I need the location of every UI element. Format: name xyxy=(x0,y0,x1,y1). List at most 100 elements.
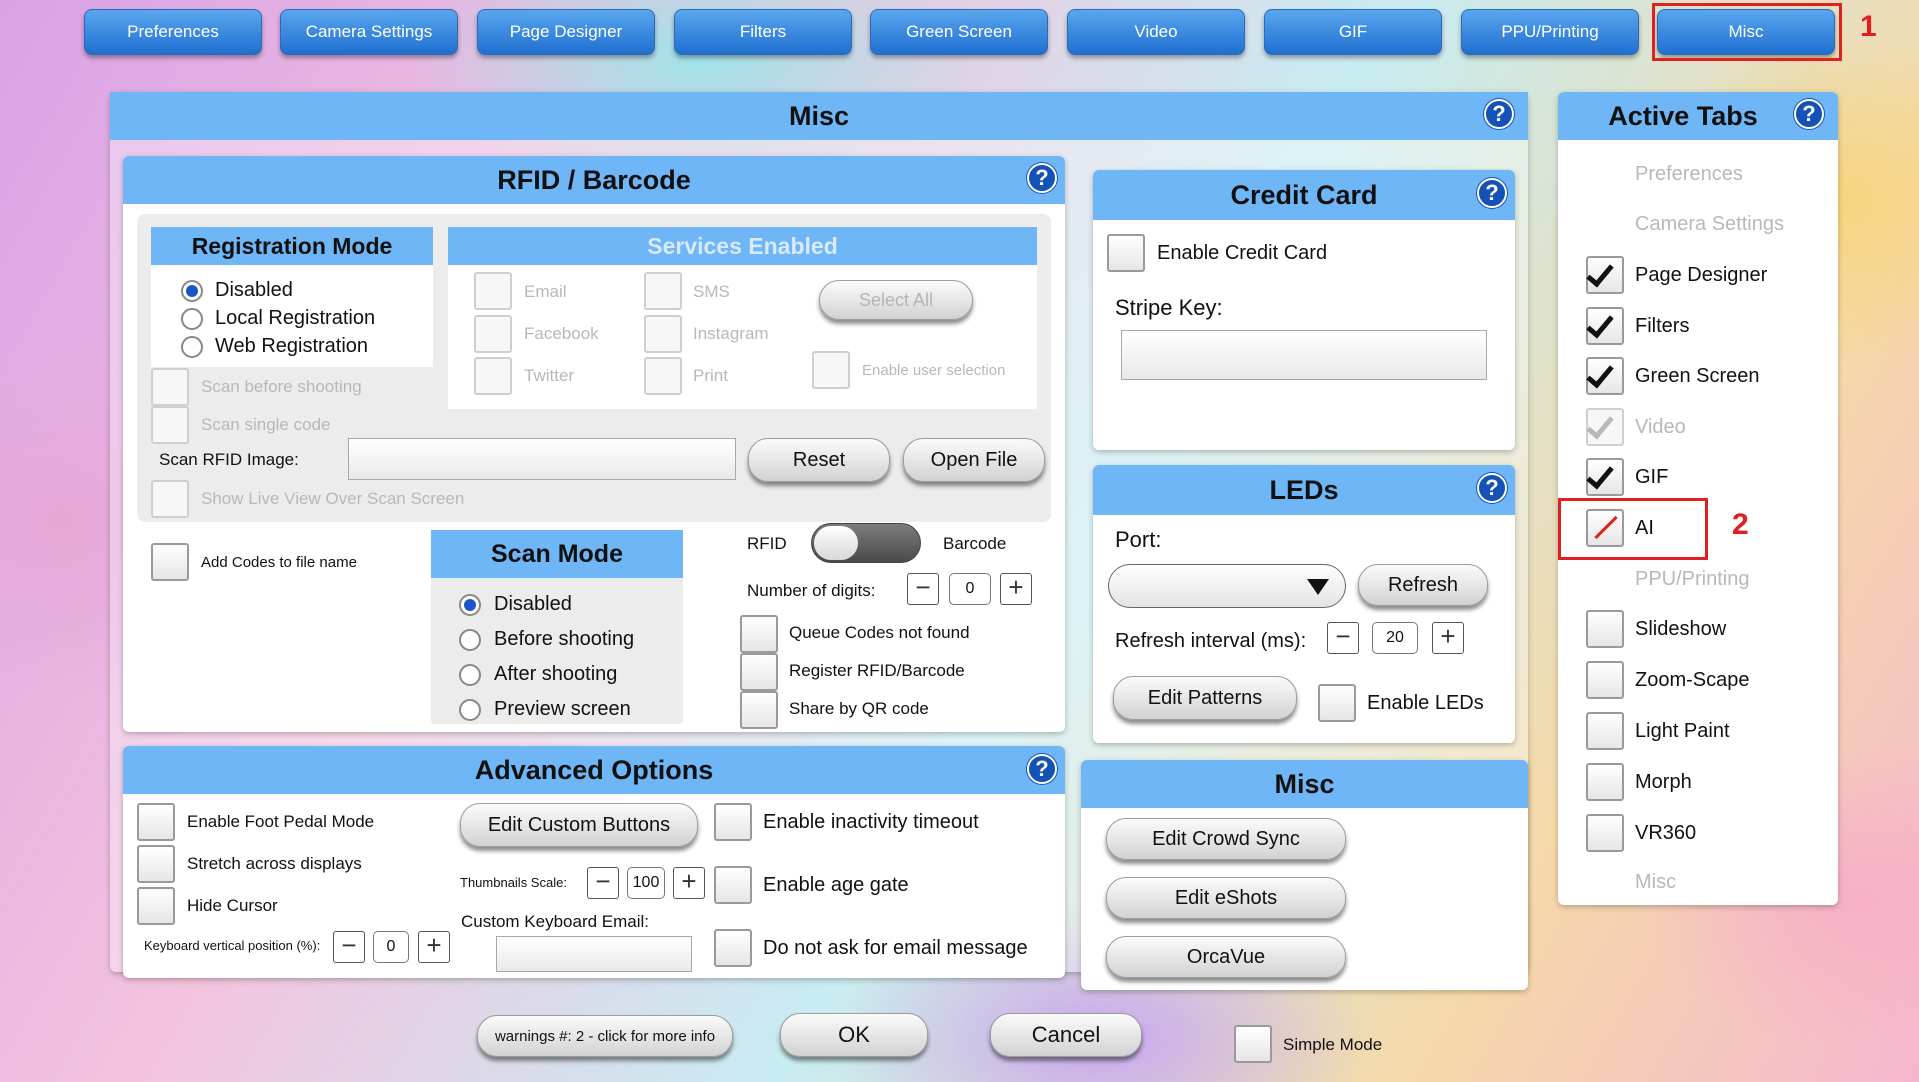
tab-green-screen[interactable]: Green Screen xyxy=(870,9,1048,55)
tab-video[interactable]: Video xyxy=(1067,9,1245,55)
service-twitter-checkbox[interactable] xyxy=(474,357,512,395)
inactivity-timeout-checkbox[interactable] xyxy=(714,803,752,841)
rfid-help-icon[interactable]: ? xyxy=(1027,163,1057,193)
active-vr360-checkbox[interactable] xyxy=(1586,814,1624,852)
stretch-displays-checkbox[interactable] xyxy=(137,845,175,883)
interval-value[interactable]: 20 xyxy=(1372,622,1418,654)
radio-local-registration[interactable] xyxy=(181,308,203,330)
main-help-icon[interactable]: ? xyxy=(1484,99,1514,129)
checkbox-label: Video xyxy=(1635,416,1686,438)
foot-pedal-checkbox[interactable] xyxy=(137,803,175,841)
enable-leds-checkbox[interactable] xyxy=(1318,684,1356,722)
register-rfid-checkbox[interactable] xyxy=(740,653,778,691)
hide-cursor-checkbox[interactable] xyxy=(137,887,175,925)
kb-position-value[interactable]: 0 xyxy=(373,931,409,963)
active-page-designer-checkbox[interactable] xyxy=(1586,256,1624,294)
enable-user-selection-checkbox[interactable] xyxy=(812,351,850,389)
refresh-button[interactable]: Refresh xyxy=(1358,564,1488,606)
refresh-interval-label: Refresh interval (ms): xyxy=(1115,630,1307,652)
cancel-button[interactable]: Cancel xyxy=(990,1013,1142,1057)
share-qr-checkbox[interactable] xyxy=(740,691,778,729)
edit-custom-buttons-button[interactable]: Edit Custom Buttons xyxy=(460,803,698,847)
radio-registration-disabled[interactable] xyxy=(181,280,203,302)
credit-help-icon[interactable]: ? xyxy=(1477,178,1507,208)
thumb-scale-increment-button[interactable]: + xyxy=(673,867,705,899)
services-title: Services Enabled xyxy=(448,227,1037,265)
queue-codes-checkbox[interactable] xyxy=(740,615,778,653)
scan-before-shooting-checkbox[interactable] xyxy=(151,368,189,406)
service-email-checkbox[interactable] xyxy=(474,272,512,310)
radio-label: Local Registration xyxy=(215,307,376,329)
age-gate-checkbox[interactable] xyxy=(714,866,752,904)
rfid-title: RFID / Barcode xyxy=(123,156,1065,204)
active-zoom-scape-checkbox[interactable] xyxy=(1586,661,1624,699)
tab-ppu-printing[interactable]: PPU/Printing xyxy=(1461,9,1639,55)
leds-help-icon[interactable]: ? xyxy=(1477,473,1507,503)
service-instagram-checkbox[interactable] xyxy=(644,315,682,353)
edit-patterns-button[interactable]: Edit Patterns xyxy=(1113,676,1297,720)
checkbox-label: GIF xyxy=(1635,466,1669,488)
radio-after-shooting[interactable] xyxy=(459,664,481,686)
edit-crowd-sync-button[interactable]: Edit Crowd Sync xyxy=(1106,818,1346,860)
advanced-help-icon[interactable]: ? xyxy=(1027,754,1057,784)
scan-rfid-image-field[interactable] xyxy=(348,438,736,480)
ok-button[interactable]: OK xyxy=(780,1013,928,1057)
checkbox-label: Slideshow xyxy=(1635,618,1727,640)
digits-value[interactable]: 0 xyxy=(949,573,991,605)
orcavue-button[interactable]: OrcaVue xyxy=(1106,936,1346,978)
kb-position-decrement-button[interactable]: − xyxy=(333,931,365,963)
active-video-checkbox[interactable] xyxy=(1586,408,1624,446)
checkbox-label: Register RFID/Barcode xyxy=(789,661,965,680)
interval-increment-button[interactable]: + xyxy=(1432,622,1464,654)
reset-button[interactable]: Reset xyxy=(748,438,890,482)
active-gif-checkbox[interactable] xyxy=(1586,458,1624,496)
radio-preview-screen[interactable] xyxy=(459,699,481,721)
active-light-paint-checkbox[interactable] xyxy=(1586,712,1624,750)
main-title: Misc xyxy=(110,92,1528,140)
interval-decrement-button[interactable]: − xyxy=(1327,622,1359,654)
warnings-button[interactable]: warnings #: 2 - click for more info xyxy=(477,1015,733,1057)
radio-before-shooting[interactable] xyxy=(459,629,481,651)
kb-position-increment-button[interactable]: + xyxy=(418,931,450,963)
checkmark-icon xyxy=(1586,258,1614,288)
checkmark-icon xyxy=(1586,410,1614,440)
open-file-button[interactable]: Open File xyxy=(903,438,1045,482)
scan-single-code-checkbox[interactable] xyxy=(151,406,189,444)
service-facebook-checkbox[interactable] xyxy=(474,315,512,353)
service-print-checkbox[interactable] xyxy=(644,357,682,395)
active-tabs-help-icon[interactable]: ? xyxy=(1794,99,1824,129)
checkbox-label: Scan single code xyxy=(201,415,331,434)
tab-page-designer[interactable]: Page Designer xyxy=(477,9,655,55)
select-all-button[interactable]: Select All xyxy=(819,280,973,320)
checkbox-label: Enable inactivity timeout xyxy=(763,811,979,833)
no-email-message-checkbox[interactable] xyxy=(714,929,752,967)
chevron-down-icon xyxy=(1307,579,1329,595)
active-morph-checkbox[interactable] xyxy=(1586,763,1624,801)
custom-keyboard-email-field[interactable] xyxy=(496,936,692,972)
active-filters-checkbox[interactable] xyxy=(1586,307,1624,345)
port-select[interactable] xyxy=(1108,564,1346,608)
stripe-key-label: Stripe Key: xyxy=(1115,295,1223,320)
checkbox-label: Print xyxy=(693,366,728,385)
tab-preferences[interactable]: Preferences xyxy=(84,9,262,55)
digits-increment-button[interactable]: + xyxy=(1000,573,1032,605)
digits-decrement-button[interactable]: − xyxy=(907,573,939,605)
service-sms-checkbox[interactable] xyxy=(644,272,682,310)
tab-filters[interactable]: Filters xyxy=(674,9,852,55)
rfid-barcode-toggle[interactable] xyxy=(811,523,921,563)
tab-gif[interactable]: GIF xyxy=(1264,9,1442,55)
active-slideshow-checkbox[interactable] xyxy=(1586,610,1624,648)
thumb-scale-decrement-button[interactable]: − xyxy=(587,867,619,899)
radio-scan-disabled[interactable] xyxy=(459,594,481,616)
show-live-view-checkbox[interactable] xyxy=(151,480,189,518)
enable-credit-card-checkbox[interactable] xyxy=(1107,234,1145,272)
thumb-scale-value[interactable]: 100 xyxy=(627,867,665,899)
active-green-screen-checkbox[interactable] xyxy=(1586,357,1624,395)
stripe-key-field[interactable] xyxy=(1121,330,1487,380)
simple-mode-checkbox[interactable] xyxy=(1234,1025,1272,1063)
add-codes-checkbox[interactable] xyxy=(151,543,189,581)
tab-camera-settings[interactable]: Camera Settings xyxy=(280,9,458,55)
annotation-box-2 xyxy=(1558,498,1708,560)
edit-eshots-button[interactable]: Edit eShots xyxy=(1106,877,1346,919)
radio-web-registration[interactable] xyxy=(181,336,203,358)
